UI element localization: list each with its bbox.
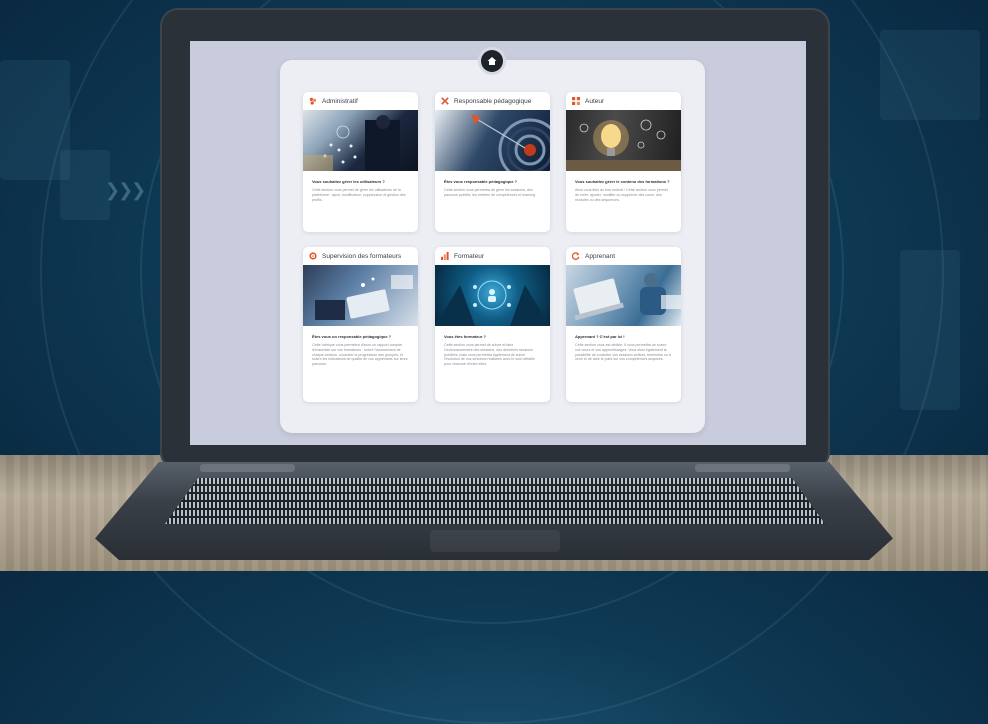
card-header: Administratif	[303, 92, 418, 110]
card-responsable-pedagogique[interactable]: Responsable pédagogique Êtes vous respon…	[435, 92, 550, 232]
card-description: Cette section vous est dédiée. Il vous p…	[575, 343, 671, 362]
chevrons-decoration: ❯❯❯	[105, 180, 146, 200]
laptop-screen: Administratif Vous souhaitez gérer les u…	[190, 41, 806, 445]
card-question: Êtes vous un responsable pédagogique ?	[312, 334, 392, 339]
card-header: Apprenant	[566, 247, 681, 265]
card-question: Vous souhaitez gérer les utilisateurs ?	[312, 179, 385, 184]
main-panel: Administratif Vous souhaitez gérer les u…	[280, 60, 705, 433]
card-description: Cette section vous permettra de gérer le…	[444, 188, 537, 197]
card-apprenant[interactable]: Apprenant Apprenant ? C'est par ici ! Ce…	[566, 247, 681, 402]
refresh-icon	[572, 252, 580, 260]
laptop-trackpad	[430, 530, 560, 552]
card-header: Auteur	[566, 92, 681, 110]
card-image	[303, 110, 418, 171]
card-title: Auteur	[585, 97, 605, 105]
background-panel	[900, 250, 960, 410]
laptop-hinge	[695, 464, 790, 472]
background-panel	[880, 30, 980, 120]
gear-icon	[309, 252, 317, 260]
chart-icon	[441, 252, 449, 260]
card-administratif[interactable]: Administratif Vous souhaitez gérer les u…	[303, 92, 418, 232]
card-question: Êtes vous responsable pédagogique ?	[444, 179, 518, 184]
card-header: Responsable pédagogique	[435, 92, 550, 110]
laptop-keyboard	[165, 478, 825, 524]
card-image	[566, 110, 681, 171]
background-panel	[60, 150, 110, 220]
card-question: Vous souhaitez gérer le contenu des form…	[575, 179, 670, 184]
home-icon	[487, 57, 497, 65]
tools-icon	[441, 97, 449, 105]
card-title: Supervision des formateurs	[322, 252, 402, 260]
card-description: Cette section vous permet de gérer les u…	[312, 188, 406, 202]
card-header: Formateur	[435, 247, 550, 265]
card-image	[303, 265, 418, 326]
card-description: Cette section vous permet de suivre et f…	[444, 343, 535, 367]
card-image	[435, 110, 550, 171]
card-question: Vous êtes formateur ?	[444, 334, 486, 339]
card-auteur[interactable]: Auteur Vous souhaitez gérer le contenu d…	[566, 92, 681, 232]
card-title: Responsable pédagogique	[454, 97, 532, 105]
card-description: Cette rubrique vous permettra d'avoir un…	[312, 343, 408, 367]
card-title: Apprenant	[585, 252, 615, 260]
card-description: Ainsi vous êtes au bon endroit ! Cette s…	[575, 188, 668, 202]
users-icon	[309, 97, 317, 105]
card-supervision-formateurs[interactable]: Supervision des formateurs Êtes vous un …	[303, 247, 418, 402]
card-formateur[interactable]: Formateur Vous êtes formateur ? Cette se…	[435, 247, 550, 402]
card-question: Apprenant ? C'est par ici !	[575, 334, 625, 339]
card-image	[435, 265, 550, 326]
card-header: Supervision des formateurs	[303, 247, 418, 265]
card-title: Administratif	[322, 97, 358, 105]
laptop-hinge	[200, 464, 295, 472]
home-button[interactable]	[481, 50, 503, 72]
card-title: Formateur	[454, 252, 484, 260]
card-image	[566, 265, 681, 326]
grid-icon	[572, 97, 580, 105]
